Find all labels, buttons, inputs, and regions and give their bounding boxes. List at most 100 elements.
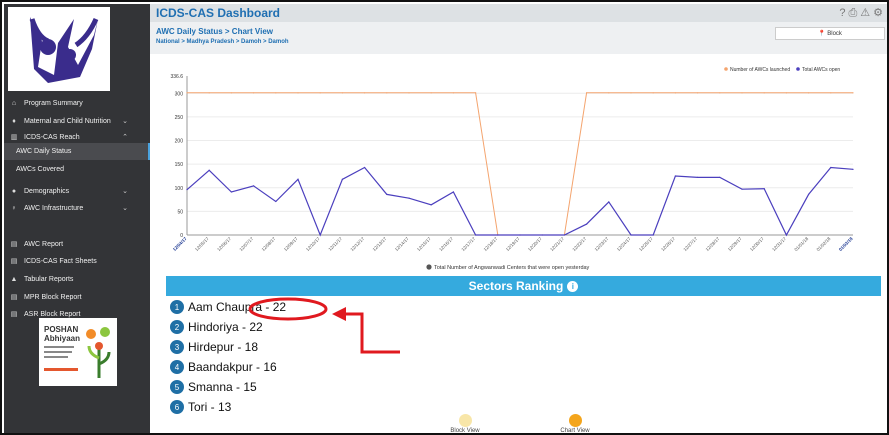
x-tick-label: 12/17/17 — [460, 236, 476, 252]
chevron-down-icon: ⌄ — [122, 205, 128, 212]
header-actions: ? ⎙ ⚠ ⚙ — [839, 7, 883, 19]
series-1-point — [741, 188, 743, 190]
print-icon[interactable]: ⎙ — [848, 7, 857, 19]
series-1-point — [519, 234, 521, 236]
series-0-point — [475, 92, 477, 94]
sidebar-item-fact-sheets[interactable]: ▤ ICDS-CAS Fact Sheets — [4, 253, 150, 269]
series-1-point — [452, 191, 454, 193]
series-0-point — [652, 92, 654, 94]
x-tick-label: 12/19/17 — [505, 236, 521, 252]
help-icon[interactable]: ? — [839, 7, 845, 19]
gear-icon[interactable]: ⚙ — [873, 7, 883, 19]
block-view-dot-icon — [458, 414, 472, 427]
sidebar-item-awc-report[interactable]: ▤ AWC Report — [4, 236, 150, 252]
series-0-point — [808, 92, 810, 94]
poshan-abhiyaan-logo: POSHAN Abhiyaan — [39, 318, 117, 386]
series-0-point — [341, 92, 343, 94]
sidebar-item-mpr-block-report[interactable]: ▤ MPR Block Report — [4, 289, 150, 305]
series-1-point — [208, 169, 210, 171]
block-view-toggle[interactable]: Block View — [445, 414, 485, 433]
x-tick-label: 12/12/17 — [349, 236, 365, 252]
series-1-point — [386, 193, 388, 195]
app-frame: ⌂ Program Summary ♦ Maternal and Child N… — [0, 0, 889, 435]
poshan-text-lines-icon — [44, 346, 78, 371]
series-0-point — [230, 92, 232, 94]
sectors-ranking-title: Sectors Ranking — [468, 279, 564, 293]
rank-label: Tori - 13 — [188, 400, 232, 414]
report-icon: ▤ — [10, 258, 18, 265]
annotation-arrow-line — [342, 312, 400, 354]
chart-svg: 050100150200250300336.612/04/17 12/05/17 1… — [170, 67, 854, 271]
chevron-down-icon: ⌄ — [122, 188, 128, 195]
sidebar-item-awc-daily-status[interactable]: AWC Daily Status — [4, 143, 150, 160]
awc-line-chart: 0 50 100 150 200 250 300 336.6 12/04/17 12/05/17 1… — [150, 62, 887, 275]
series-1-point — [674, 175, 677, 177]
series-line-1 — [186, 166, 854, 237]
x-tick-label: 12/25/17 — [638, 236, 654, 252]
series-0-point — [297, 92, 299, 94]
series-0-point — [408, 92, 410, 94]
chart-note: Total Number of Angwanwadi Centers that … — [434, 265, 590, 271]
series-1-point — [785, 234, 788, 236]
series-1-point — [563, 234, 565, 236]
x-tick-label: 12/31/17 — [771, 236, 787, 252]
series-1-point — [186, 189, 188, 191]
x-tick-label: 01/03/18 — [838, 236, 854, 252]
series-0-point — [763, 92, 765, 94]
rank-label: Smanna - 15 — [188, 380, 257, 394]
page-title: AWC Daily Status > Chart View — [156, 27, 273, 36]
series-1-point — [808, 193, 810, 195]
alert-icon[interactable]: ⚠ — [860, 7, 870, 19]
chevron-up-icon: ⌃ — [122, 134, 128, 141]
breadcrumb[interactable]: National > Madhya Pradesh > Damoh > Damo… — [156, 39, 289, 45]
sidebar-item-program-summary[interactable]: ⌂ Program Summary — [4, 95, 150, 111]
bar-chart-icon: ▥ — [10, 134, 18, 141]
series-0-point — [697, 92, 699, 94]
annotation-ellipse — [248, 297, 328, 321]
annotation-overlay — [248, 297, 400, 354]
series-1-point — [475, 234, 477, 236]
series-1-point — [430, 204, 432, 206]
icds-logo-icon — [29, 17, 99, 83]
sidebar-item-tabular-reports[interactable]: ▲ Tabular Reports — [4, 271, 150, 287]
series-0-point — [830, 92, 832, 94]
series-0-point — [275, 92, 277, 94]
ranking-item[interactable]: 5 Smanna - 15 — [170, 378, 257, 396]
report-icon: ▤ — [10, 294, 18, 301]
x-tick-label: 12/06/17 — [216, 236, 232, 252]
block-select-button[interactable]: 📍 Block — [775, 27, 885, 40]
x-tick-label: 12/29/17 — [727, 236, 743, 252]
series-1-point — [408, 197, 410, 199]
series-0-point — [386, 92, 388, 94]
series-0-point — [253, 92, 255, 94]
pin-icon: ♀ — [11, 204, 17, 212]
app-title: ICDS-CAS Dashboard — [156, 6, 281, 20]
annotation-arrow-head — [332, 307, 346, 321]
x-tick-label: 12/28/17 — [705, 236, 721, 252]
home-icon: ⌂ — [11, 99, 17, 107]
series-1-point — [341, 178, 343, 180]
series-1-point — [319, 234, 321, 236]
series-0-point — [852, 92, 854, 94]
x-tick-label: 12/05/17 — [194, 236, 210, 252]
series-0-point — [319, 92, 321, 94]
series-1-point — [630, 234, 632, 236]
main-content: ICDS-CAS Dashboard ? ⎙ ⚠ ⚙ AWC Daily Sta… — [150, 4, 887, 433]
sidebar-item-awc-infrastructure[interactable]: ♀ AWC Infrastructure ⌄ — [4, 200, 150, 216]
series-1-point — [719, 176, 721, 178]
sidebar-item-awcs-covered[interactable]: AWCs Covered — [4, 161, 150, 177]
series-0-point — [364, 92, 366, 94]
x-tick-label: 12/13/17 — [372, 236, 388, 252]
chart-view-toggle[interactable]: Chart View — [555, 414, 595, 433]
sidebar-item-demographics[interactable]: ● Demographics ⌄ — [4, 183, 150, 199]
series-1-point — [652, 234, 654, 236]
ranking-item[interactable]: 6 Tori - 13 — [170, 398, 231, 416]
x-tick-label: 12/20/17 — [527, 236, 543, 252]
series-0-point — [785, 92, 788, 94]
sidebar-item-maternal-child-nutrition[interactable]: ♦ Maternal and Child Nutrition ⌄ — [4, 113, 150, 129]
report-icon: ▤ — [10, 311, 18, 318]
y-tick-label: 150 — [175, 162, 184, 168]
series-1-point — [541, 234, 543, 236]
info-icon[interactable]: i — [567, 280, 579, 292]
x-tick-label: 12/08/17 — [261, 236, 277, 252]
